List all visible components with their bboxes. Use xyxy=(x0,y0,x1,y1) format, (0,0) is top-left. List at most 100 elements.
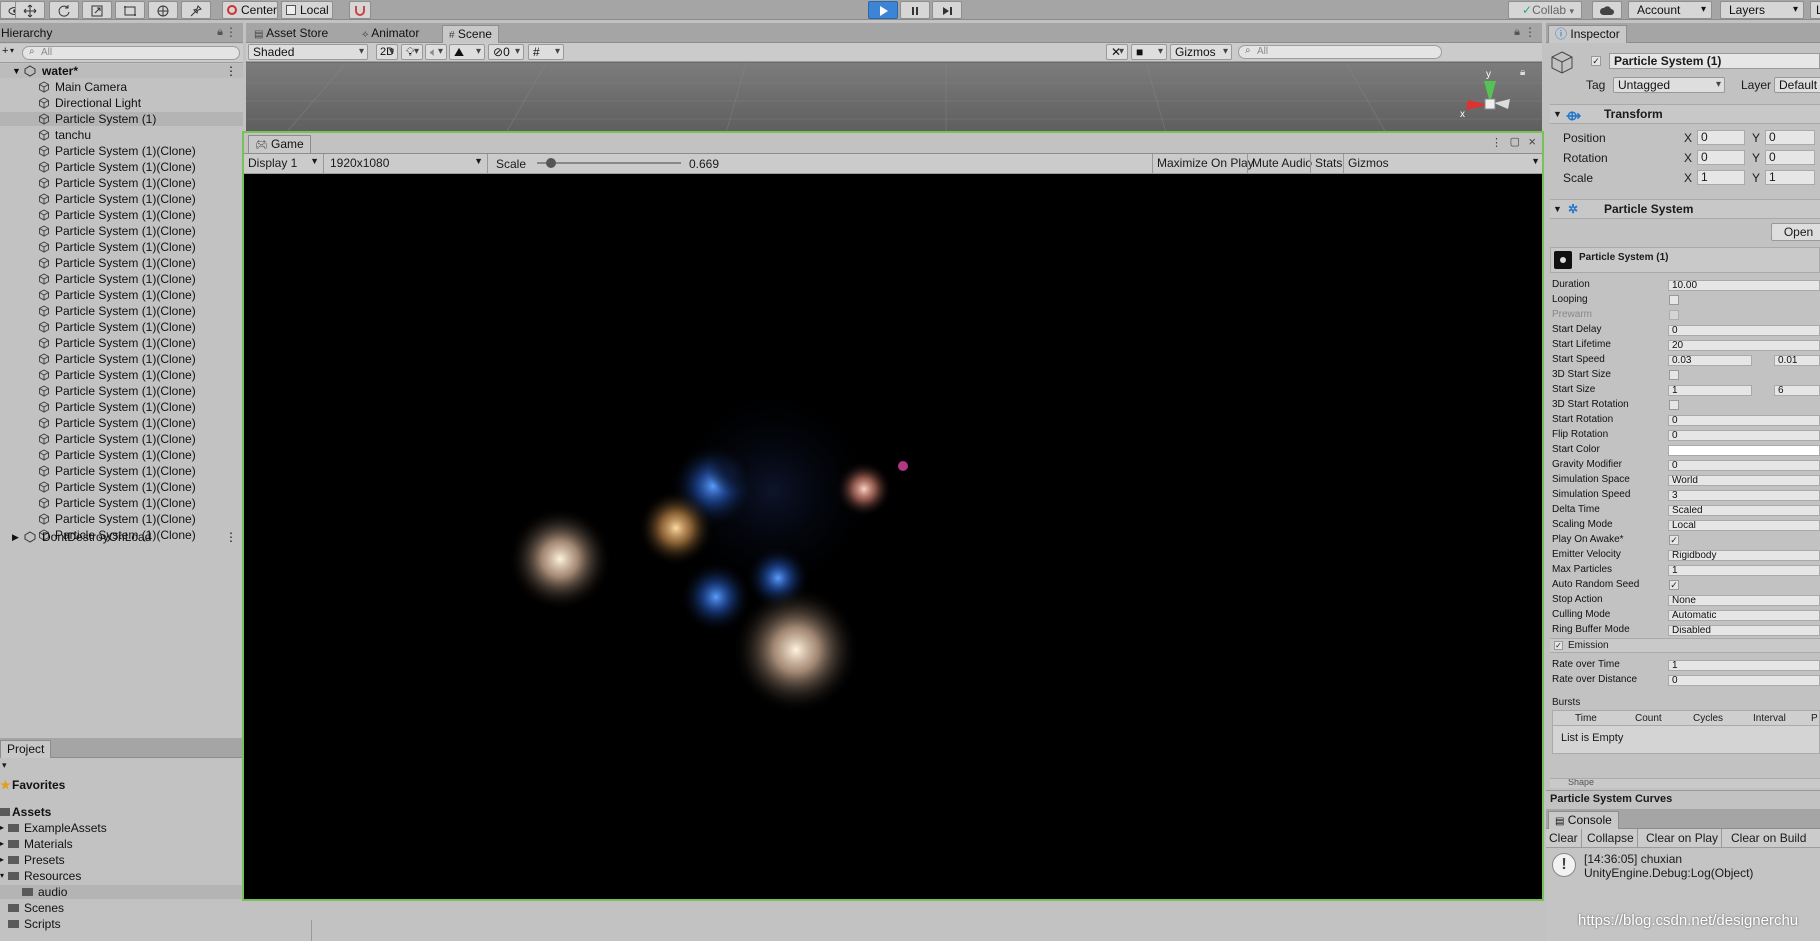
scale-slider-thumb[interactable] xyxy=(546,158,557,168)
lighting-toggle[interactable]: 💡︎ xyxy=(401,44,423,60)
chevron-right-icon[interactable]: ▸ xyxy=(0,837,4,851)
ps-prop-checkbox[interactable]: ✓ xyxy=(1669,580,1679,590)
scene-viewport[interactable]: y x 🔒︎ xyxy=(246,63,1542,133)
ps-prop-field[interactable]: Scaled xyxy=(1668,505,1820,516)
project-folder-item[interactable]: ▸ ExampleAssets xyxy=(0,821,243,835)
transform-y-field[interactable]: 0 xyxy=(1765,150,1815,165)
layer-dropdown[interactable]: Default xyxy=(1774,77,1820,93)
transform-x-field[interactable]: 0 xyxy=(1697,130,1745,145)
play-button[interactable] xyxy=(868,1,898,19)
hierarchy-item[interactable]: Particle System (1)(Clone) xyxy=(0,272,243,286)
tab-game[interactable]: 🎮︎ Game xyxy=(248,135,311,153)
console-clear-on-play-button[interactable]: Clear on Play xyxy=(1643,829,1723,848)
ps-prop-field[interactable]: 1 xyxy=(1668,565,1820,576)
tab-animator[interactable]: ⟡ Animator xyxy=(356,25,425,43)
scale-slider-track[interactable] xyxy=(537,158,681,168)
ps-prop-field[interactable]: World xyxy=(1668,475,1820,486)
ps-prop-field-max[interactable]: 0.01 xyxy=(1774,355,1820,366)
mute-audio-toggle[interactable]: Mute Audio xyxy=(1247,154,1316,173)
tab-hierarchy[interactable]: Hierarchy xyxy=(0,25,58,43)
hierarchy-item[interactable]: Particle System (1)(Clone) xyxy=(0,400,243,414)
ps-prop-field[interactable]: Disabled xyxy=(1668,625,1820,636)
ps-prop-checkbox[interactable] xyxy=(1669,295,1679,305)
scene-root-row[interactable]: ▼ water* ⋮ xyxy=(0,64,243,78)
hierarchy-item[interactable]: Particle System (1)(Clone) xyxy=(0,352,243,366)
step-button[interactable] xyxy=(932,1,962,19)
ps-prop-checkbox[interactable] xyxy=(1669,400,1679,410)
lock-icon[interactable]: 🔒︎ xyxy=(1520,67,1525,78)
ps-prop-field[interactable]: None xyxy=(1668,595,1820,606)
scene-search-input[interactable]: All xyxy=(1238,45,1442,59)
hierarchy-item[interactable]: Particle System (1)(Clone) xyxy=(0,512,243,526)
hierarchy-item[interactable]: Particle System (1)(Clone) xyxy=(0,464,243,478)
grid-dropdown[interactable]: # xyxy=(528,44,564,60)
dont-destroy-row[interactable]: ▶ DontDestroyOnLoad ⋮ xyxy=(0,530,243,544)
console-clear-button[interactable]: Clear xyxy=(1546,829,1582,848)
transform-tool-button[interactable] xyxy=(148,1,178,19)
scene-gizmos-dropdown[interactable]: Gizmos xyxy=(1170,44,1232,60)
shape-module-header[interactable]: Shape xyxy=(1550,778,1820,788)
tab-inspector[interactable]: ⓘ Inspector xyxy=(1548,25,1627,43)
ps-prop-field[interactable]: 0 xyxy=(1668,430,1820,441)
hierarchy-item[interactable]: Particle System (1)(Clone) xyxy=(0,432,243,446)
ps-prop-field[interactable]: Local xyxy=(1668,520,1820,531)
menu-dots-icon[interactable]: ⋮ xyxy=(1524,25,1536,39)
emission-row-field[interactable]: 1 xyxy=(1668,660,1820,671)
active-checkbox[interactable]: ✓ xyxy=(1591,56,1601,66)
hierarchy-item[interactable]: Particle System (1)(Clone) xyxy=(0,416,243,430)
transform-x-field[interactable]: 0 xyxy=(1697,150,1745,165)
ps-prop-field[interactable]: 0 xyxy=(1668,415,1820,426)
hierarchy-item[interactable]: Particle System (1)(Clone) xyxy=(0,384,243,398)
hierarchy-item[interactable]: Particle System (1)(Clone) xyxy=(0,176,243,190)
layout-dropdown[interactable]: L xyxy=(1810,1,1820,19)
chevron-down-icon[interactable]: ▼ xyxy=(1531,156,1540,166)
menu-dots-icon[interactable]: ⋮ xyxy=(225,64,237,78)
hierarchy-item[interactable]: Particle System (1)(Clone) xyxy=(0,480,243,494)
ps-prop-field[interactable]: 20 xyxy=(1668,340,1820,351)
hierarchy-item[interactable]: Main Camera xyxy=(0,80,243,94)
scale-tool-button[interactable] xyxy=(82,1,112,19)
ps-prop-field[interactable]: 10.00 xyxy=(1668,280,1820,291)
transform-header[interactable]: ▼ ⟴ Transform xyxy=(1550,104,1820,124)
hierarchy-item[interactable]: Particle System (1)(Clone) xyxy=(0,496,243,510)
particle-curves-panel[interactable]: Particle System Curves xyxy=(1546,790,1820,808)
start-color-swatch[interactable] xyxy=(1668,445,1820,456)
resolution-dropdown[interactable]: 1920x1080 ▼ xyxy=(326,154,488,173)
audio-toggle[interactable]: 🔈︎ xyxy=(425,44,447,60)
cloud-button[interactable] xyxy=(1592,1,1622,19)
pivot-center-toggle[interactable]: Center xyxy=(222,1,278,19)
hierarchy-item[interactable]: Directional Light xyxy=(0,96,243,110)
project-folder-item[interactable]: ▸ Presets xyxy=(0,853,243,867)
emission-module-header[interactable]: ✓ Emission xyxy=(1550,638,1820,653)
hierarchy-item[interactable]: Particle System (1)(Clone) xyxy=(0,320,243,334)
hierarchy-item[interactable]: Particle System (1)(Clone) xyxy=(0,224,243,238)
lock-icon[interactable]: 🔒︎ xyxy=(1514,26,1520,39)
game-viewport[interactable] xyxy=(248,176,1538,897)
hierarchy-item[interactable]: Particle System (1)(Clone) xyxy=(0,368,243,382)
hierarchy-item[interactable]: Particle System (1)(Clone) xyxy=(0,256,243,270)
chevron-down-icon[interactable]: ▾ xyxy=(0,869,4,883)
maximize-on-play-toggle[interactable]: Maximize On Play xyxy=(1152,154,1258,173)
chevron-right-icon[interactable]: ▸ xyxy=(0,821,4,835)
rotate-tool-button[interactable] xyxy=(49,1,79,19)
account-dropdown[interactable]: Account ▾ xyxy=(1628,1,1712,19)
shading-dropdown[interactable]: Shaded xyxy=(248,44,368,60)
hidden-objects-toggle[interactable]: ⊘0 xyxy=(488,44,524,60)
hierarchy-item[interactable]: Particle System (1)(Clone) xyxy=(0,288,243,302)
tab-scene[interactable]: # Scene xyxy=(442,25,499,43)
scene-orientation-gizmo[interactable]: y x xyxy=(1460,65,1520,131)
assets-row[interactable]: Assets xyxy=(0,805,243,819)
transform-y-field[interactable]: 0 xyxy=(1765,130,1815,145)
tab-asset-store[interactable]: ▤ Asset Store xyxy=(248,25,334,43)
console-clear-on-build-button[interactable]: Clear on Build xyxy=(1728,829,1809,848)
chevron-right-icon[interactable]: ▶ xyxy=(12,530,19,544)
hierarchy-item[interactable]: tanchu xyxy=(0,128,243,142)
chevron-down-icon[interactable]: ▾ xyxy=(2,760,7,771)
layers-dropdown[interactable]: Layers ▾ xyxy=(1720,1,1804,19)
menu-dots-icon[interactable]: ⋮ xyxy=(225,530,237,544)
ps-prop-field[interactable]: Automatic xyxy=(1668,610,1820,621)
lock-icon[interactable]: 🔒︎ xyxy=(217,26,223,39)
stats-toggle[interactable]: Stats xyxy=(1310,154,1346,173)
ps-prop-field[interactable]: 0.03 xyxy=(1668,355,1752,366)
ps-prop-field[interactable]: 3 xyxy=(1668,490,1820,501)
